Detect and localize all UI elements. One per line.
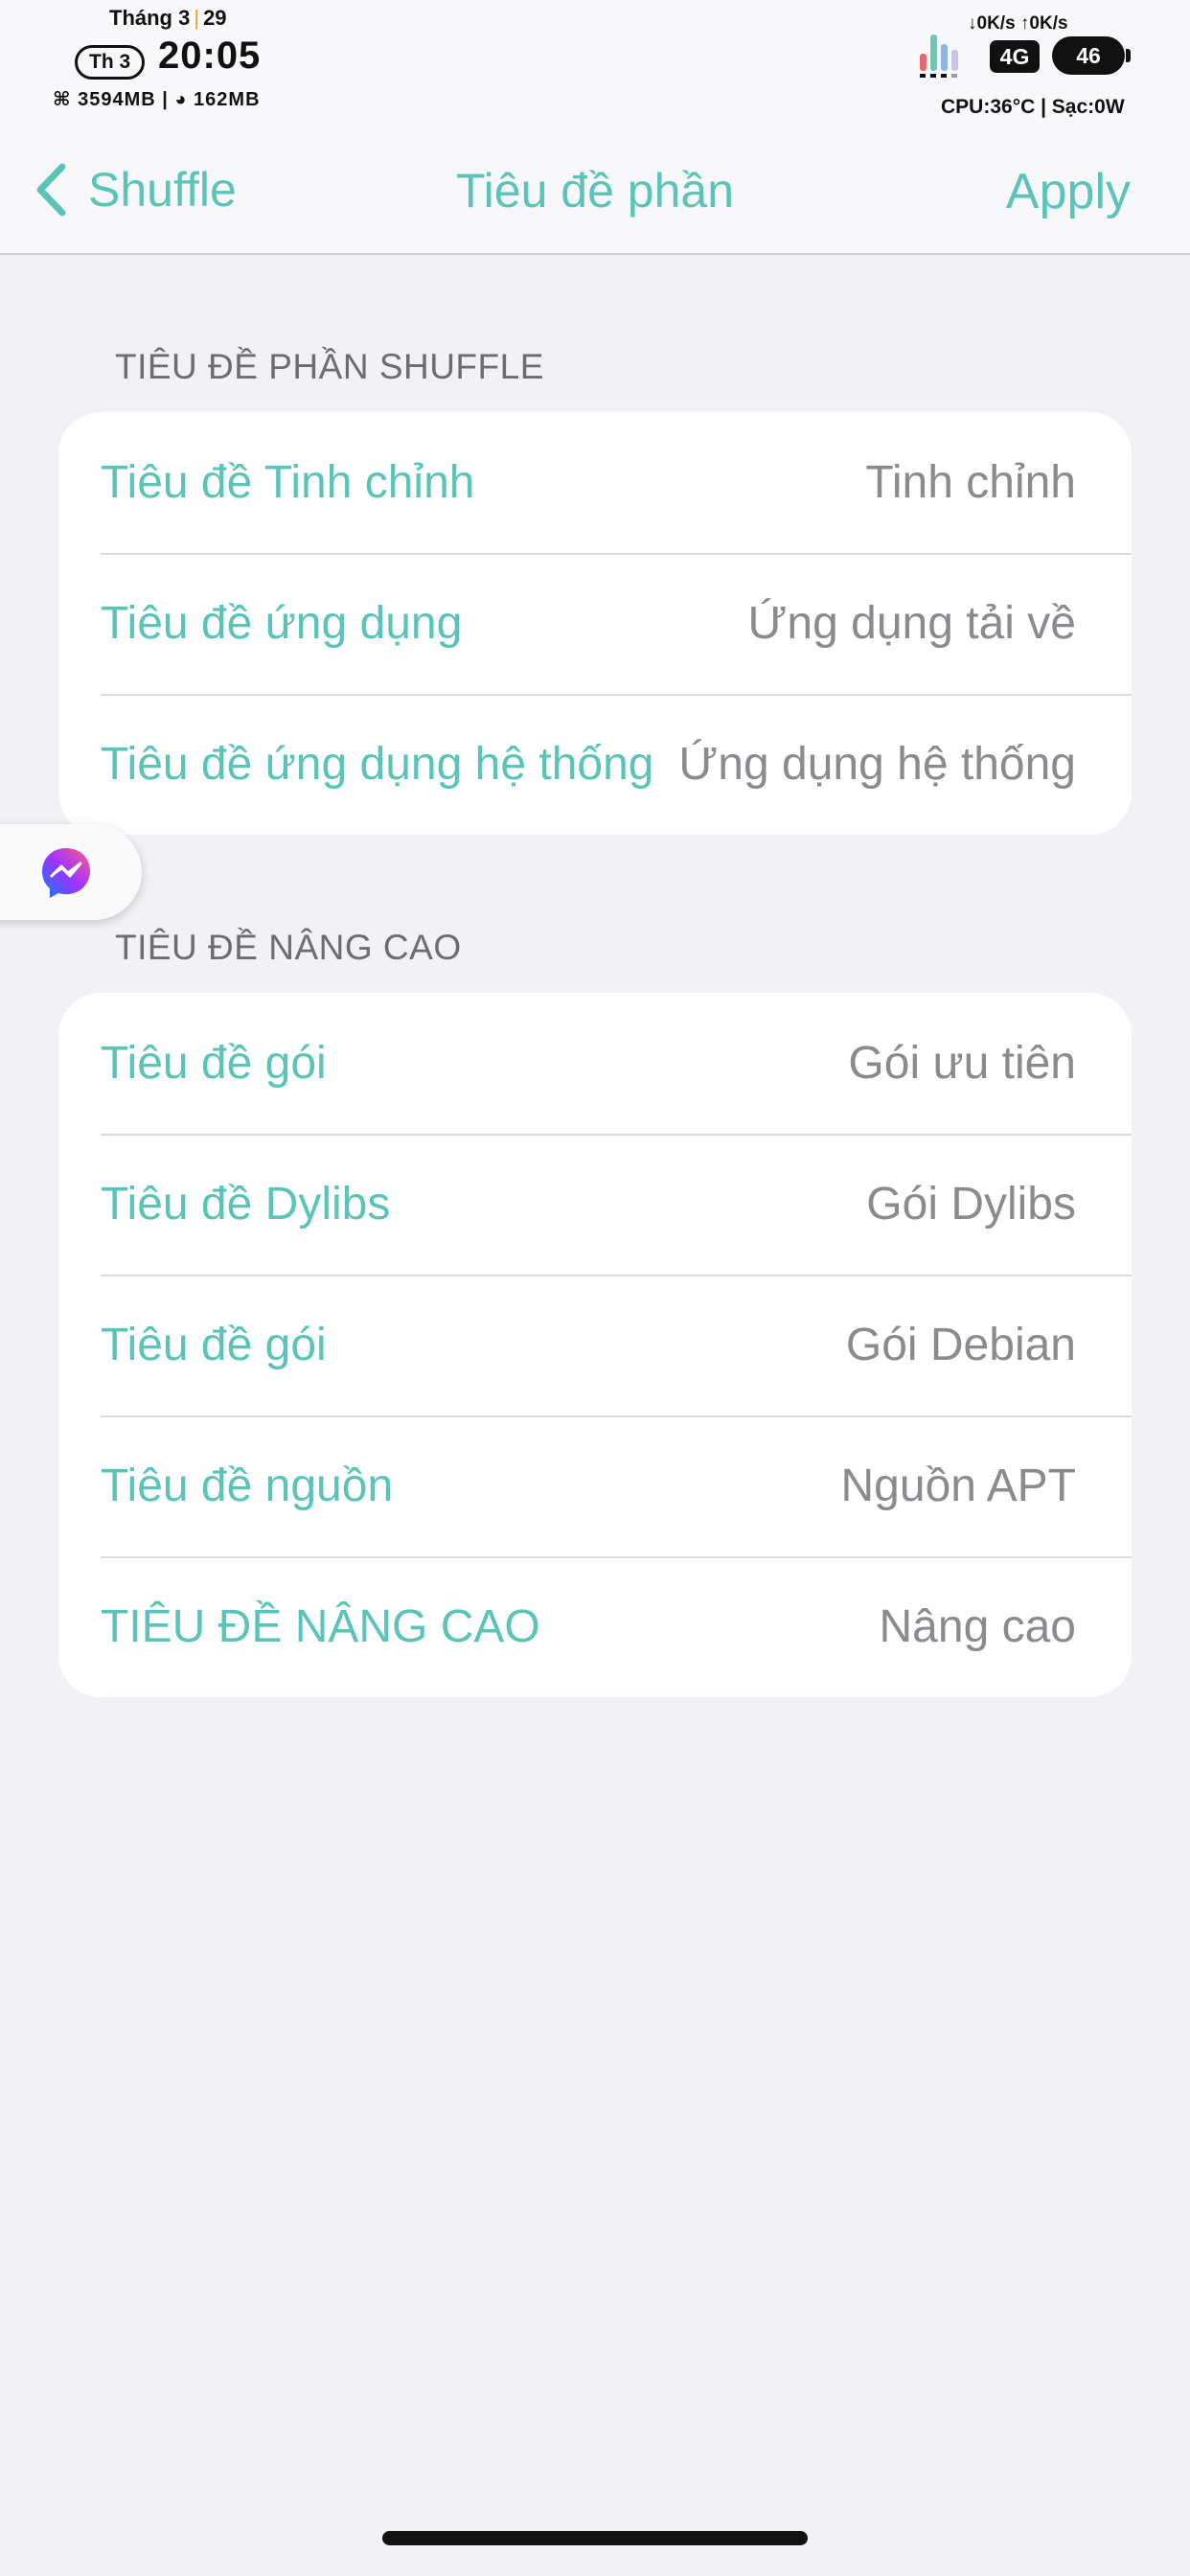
apply-button[interactable]: Apply bbox=[1006, 163, 1131, 220]
setting-label: Tiêu đề nguồn bbox=[101, 1460, 394, 1511]
weekday-badge: Th 3 bbox=[75, 45, 146, 80]
setting-label: Tiêu đề ứng dụng bbox=[101, 598, 463, 649]
setting-value: Gói Debian bbox=[845, 1320, 1076, 1370]
setting-row-debian-packages-title[interactable]: Tiêu đề gói Gói Debian bbox=[58, 1275, 1132, 1415]
settings-group-shuffle: Tiêu đề Tinh chỉnh Tinh chỉnh Tiêu đề ứn… bbox=[58, 412, 1132, 835]
navigation-bar: Shuffle Tiêu đề phần Apply bbox=[0, 134, 1190, 255]
setting-row-tweaks-title[interactable]: Tiêu đề Tinh chỉnh Tinh chỉnh bbox=[58, 412, 1132, 553]
setting-row-packages-title[interactable]: Tiêu đề gói Gói ưu tiên bbox=[58, 993, 1132, 1134]
setting-row-system-apps-title[interactable]: Tiêu đề ứng dụng hệ thống Ứng dụng hệ th… bbox=[58, 694, 1132, 835]
messenger-icon bbox=[42, 848, 90, 898]
setting-value: Ứng dụng hệ thống bbox=[678, 739, 1076, 790]
setting-value: Gói ưu tiên bbox=[848, 1038, 1076, 1089]
battery-tip bbox=[1126, 49, 1131, 62]
setting-row-dylibs-title[interactable]: Tiêu đề Dylibs Gói Dylibs bbox=[58, 1134, 1132, 1275]
network-speed: ↓0K/s ↑0K/s bbox=[968, 13, 1068, 34]
floating-chat-button[interactable] bbox=[0, 824, 142, 920]
section-header-shuffle: TIÊU ĐỀ PHẦN SHUFFLE bbox=[115, 347, 544, 386]
setting-label: Tiêu đề ứng dụng hệ thống bbox=[101, 739, 654, 790]
signal-bars-icon bbox=[920, 34, 958, 78]
status-month: Tháng 3 bbox=[109, 6, 191, 30]
status-day: 29 bbox=[203, 6, 227, 30]
status-date: Tháng 3 | 29 bbox=[109, 6, 227, 30]
section-header-advanced: TIÊU ĐỀ NÂNG CAO bbox=[115, 928, 462, 967]
setting-value: Nâng cao bbox=[879, 1601, 1076, 1652]
setting-value: Tinh chỉnh bbox=[865, 457, 1076, 508]
settings-group-advanced: Tiêu đề gói Gói ưu tiên Tiêu đề Dylibs G… bbox=[58, 993, 1132, 1697]
memory-readout: ⌘ 3594MB | ◕ 162MB bbox=[53, 89, 261, 110]
battery-indicator: 46 bbox=[1052, 36, 1125, 75]
cpu-readout: CPU:36°C | Sạc:0W bbox=[941, 96, 1125, 118]
setting-label: Tiêu đề Tinh chỉnh bbox=[101, 457, 475, 508]
status-bar: Tháng 3 | 29 Th 3 20:05 ⌘ 3594MB | ◕ 162MB… bbox=[0, 0, 1190, 134]
home-indicator[interactable] bbox=[382, 2531, 808, 2545]
status-time: 20:05 bbox=[158, 34, 262, 77]
setting-label: Tiêu đề Dylibs bbox=[101, 1179, 391, 1230]
setting-label: Tiêu đề gói bbox=[101, 1320, 327, 1370]
setting-value: Nguồn APT bbox=[840, 1460, 1076, 1511]
setting-value: Gói Dylibs bbox=[866, 1179, 1076, 1230]
setting-row-sources-title[interactable]: Tiêu đề nguồn Nguồn APT bbox=[58, 1415, 1132, 1556]
setting-row-apps-title[interactable]: Tiêu đề ứng dụng Ứng dụng tải về bbox=[58, 553, 1132, 694]
setting-value: Ứng dụng tải về bbox=[747, 598, 1076, 649]
setting-label: TIÊU ĐỀ NÂNG CAO bbox=[101, 1601, 540, 1652]
setting-row-advanced-title[interactable]: TIÊU ĐỀ NÂNG CAO Nâng cao bbox=[58, 1556, 1132, 1697]
setting-label: Tiêu đề gói bbox=[101, 1038, 327, 1089]
network-type-badge: 4G bbox=[990, 40, 1040, 73]
